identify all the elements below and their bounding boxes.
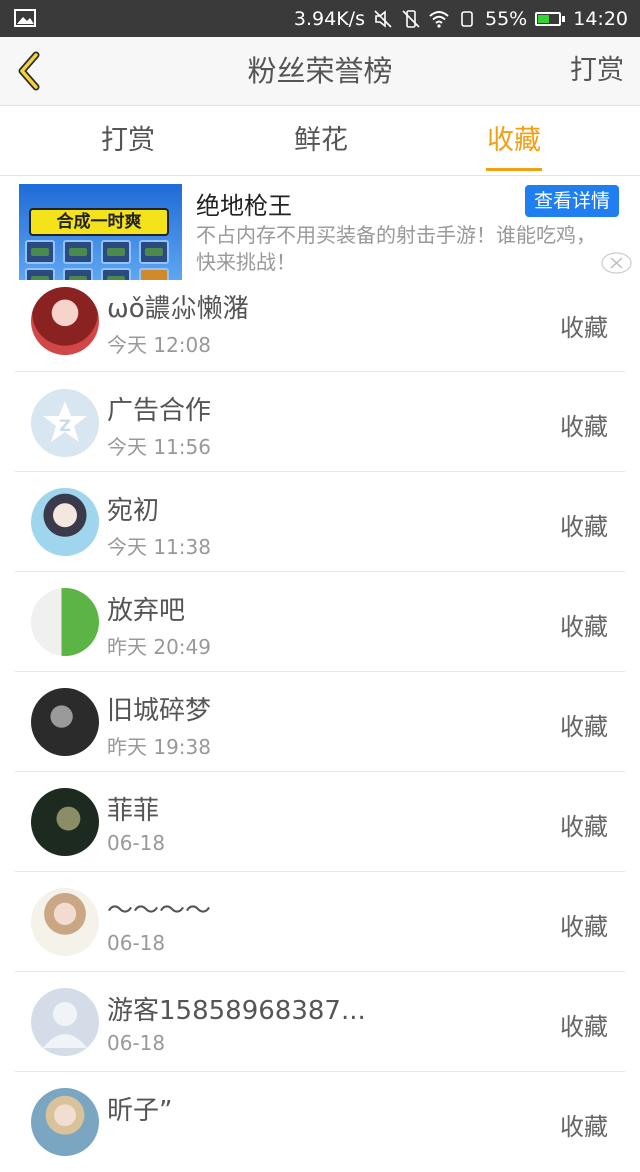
user-name: 宛初 (107, 496, 160, 526)
default-user-icon (43, 1002, 87, 1048)
user-name: 游客15858968387... (107, 996, 366, 1026)
ad-title: 绝地枪王 (196, 192, 292, 220)
favorite-label: 收藏 (560, 314, 608, 342)
avatar[interactable] (31, 1088, 99, 1156)
timestamp: 06-18 (107, 1031, 166, 1055)
default-star-icon: Z (43, 401, 87, 442)
favorites-list: ωǒ譨尛懒潴 今天 12:08 收藏 Z 广告合作 今天 11:56 收藏 宛初… (0, 280, 640, 1172)
timestamp: 06-18 (107, 831, 166, 855)
list-item[interactable]: 宛初 今天 11:38 收藏 (15, 472, 625, 572)
timestamp: 昨天 19:38 (107, 735, 211, 759)
tab-reward[interactable]: 打赏 (68, 106, 188, 175)
tab-favorites[interactable]: 收藏 (454, 106, 574, 175)
clock: 14:20 (573, 7, 628, 30)
list-item[interactable]: 菲菲 06-18 收藏 (15, 772, 625, 872)
avatar[interactable] (31, 588, 99, 656)
user-name: 旧城碎梦 (107, 696, 212, 726)
favorite-label: 收藏 (560, 713, 608, 741)
avatar[interactable] (31, 888, 99, 956)
list-item[interactable]: Z 广告合作 今天 11:56 收藏 (15, 372, 625, 472)
battery-percent: 55% (485, 7, 528, 30)
ad-banner[interactable]: 合成一时爽 绝地枪王 不占内存不用买装备的射击手游！谁能吃鸡，快来挑战！ 查看详… (0, 176, 640, 280)
avatar[interactable] (31, 788, 99, 856)
user-name: 广告合作 (107, 396, 212, 426)
list-item[interactable]: ωǒ譨尛懒潴 今天 12:08 收藏 (15, 280, 625, 372)
avatar[interactable] (31, 287, 99, 355)
timestamp: 今天 11:56 (107, 435, 211, 459)
favorite-label: 收藏 (560, 1013, 608, 1041)
ad-thumb-caption: 合成一时爽 (29, 208, 169, 236)
image-icon (14, 9, 36, 27)
tab-label: 鲜花 (294, 125, 348, 156)
view-details-button[interactable]: 查看详情 (525, 185, 619, 217)
list-item[interactable]: ～～～～ 06-18 收藏 (15, 872, 625, 972)
battery-icon (535, 11, 566, 26)
favorite-label: 收藏 (560, 413, 608, 441)
user-name: 放弃吧 (107, 596, 186, 626)
vibrate-icon (402, 9, 420, 28)
avatar[interactable] (31, 488, 99, 556)
timestamp: 今天 11:38 (107, 535, 211, 559)
list-item[interactable]: 旧城碎梦 昨天 19:38 收藏 (15, 672, 625, 772)
user-name: 昕子” (107, 1096, 173, 1126)
avatar[interactable] (31, 988, 99, 1056)
timestamp: 06-18 (107, 931, 166, 955)
sim-icon (461, 10, 473, 27)
page-title: 粉丝荣誉榜 (247, 54, 393, 88)
favorite-label: 收藏 (560, 1113, 608, 1141)
user-name: 菲菲 (107, 796, 160, 826)
favorite-label: 收藏 (560, 513, 608, 541)
ad-close-icon[interactable] (601, 252, 632, 274)
reward-button[interactable]: 打赏 (570, 37, 624, 105)
list-item[interactable]: 放弃吧 昨天 20:49 收藏 (15, 572, 625, 672)
timestamp: 今天 12:08 (107, 333, 211, 357)
timestamp: 昨天 20:49 (107, 635, 211, 659)
tab-label: 打赏 (101, 125, 155, 156)
list-item[interactable]: 昕子” 收藏 (15, 1072, 625, 1172)
wifi-icon (429, 10, 449, 28)
tab-flowers[interactable]: 鲜花 (261, 106, 381, 175)
user-name: ωǒ譨尛懒潴 (107, 294, 249, 324)
tab-label: 收藏 (487, 125, 541, 156)
ad-description: 不占内存不用买装备的射击手游！谁能吃鸡，快来挑战！ (196, 223, 596, 274)
favorite-label: 收藏 (560, 613, 608, 641)
ad-thumbnail[interactable]: 合成一时爽 (19, 184, 182, 280)
tab-indicator (486, 168, 542, 171)
user-name: ～～～～ (107, 896, 212, 926)
avatar[interactable]: Z (31, 389, 99, 457)
tab-bar: 打赏 鲜花 收藏 (0, 106, 640, 176)
list-item[interactable]: 游客15858968387... 06-18 收藏 (15, 972, 625, 1072)
status-bar: 3.94K/s 55% 14:20 (0, 0, 640, 37)
avatar[interactable] (31, 688, 99, 756)
nav-bar: 粉丝荣誉榜 打赏 (0, 37, 640, 106)
network-speed: 3.94K/s (293, 7, 365, 30)
favorite-label: 收藏 (560, 913, 608, 941)
favorite-label: 收藏 (560, 813, 608, 841)
mute-icon (374, 9, 392, 28)
svg-text:Z: Z (59, 416, 71, 435)
